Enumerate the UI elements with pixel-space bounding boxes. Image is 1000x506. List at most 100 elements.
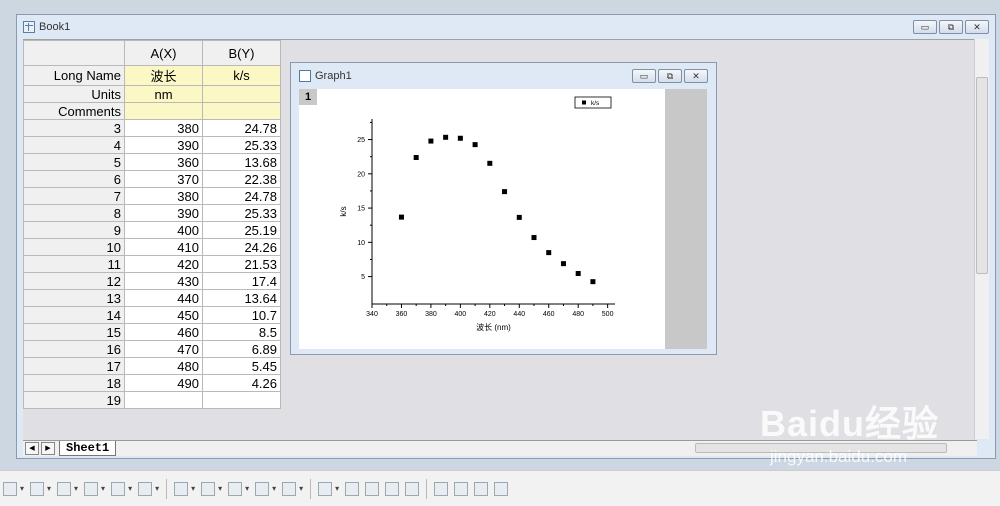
- row-header[interactable]: 16: [23, 340, 125, 358]
- meta-cell-b[interactable]: k/s: [202, 65, 281, 86]
- cell-a[interactable]: 370: [124, 170, 203, 188]
- cell-b[interactable]: 6.89: [202, 340, 281, 358]
- cell-b[interactable]: 22.38: [202, 170, 281, 188]
- cell-a[interactable]: 420: [124, 255, 203, 273]
- align-top-icon[interactable]: [365, 481, 380, 496]
- back-icon[interactable]: [454, 481, 469, 496]
- distribute-icon[interactable]: [405, 481, 420, 496]
- error-bar-icon[interactable]: [30, 481, 45, 496]
- cell-a[interactable]: 470: [124, 340, 203, 358]
- panel-icon[interactable]: [282, 481, 297, 496]
- polar-plot-icon[interactable]: [84, 481, 99, 496]
- row-header[interactable]: 5: [23, 153, 125, 171]
- column-header[interactable]: B(Y): [202, 40, 281, 66]
- row-header[interactable]: 14: [23, 306, 125, 324]
- dropdown-arrow-icon[interactable]: ▾: [47, 484, 51, 493]
- graph-minimize-button[interactable]: ▭: [632, 69, 656, 83]
- layer-number[interactable]: 1: [299, 89, 317, 105]
- row-header[interactable]: 12: [23, 272, 125, 290]
- template-icon[interactable]: [138, 481, 153, 496]
- area-plot-icon[interactable]: [57, 481, 72, 496]
- meta-cell-b[interactable]: [202, 85, 281, 103]
- row-header[interactable]: 17: [23, 357, 125, 375]
- front-icon[interactable]: [434, 481, 449, 496]
- dropdown-arrow-icon[interactable]: ▾: [191, 484, 195, 493]
- ungroup-icon[interactable]: [494, 481, 509, 496]
- meta-cell-a[interactable]: [124, 102, 203, 120]
- row-header[interactable]: 9: [23, 221, 125, 239]
- cell-b[interactable]: 24.78: [202, 187, 281, 205]
- meta-cell-a[interactable]: 波长: [124, 65, 203, 86]
- cell-a[interactable]: [124, 391, 203, 409]
- cell-a[interactable]: 440: [124, 289, 203, 307]
- cell-b[interactable]: 25.19: [202, 221, 281, 239]
- cell-a[interactable]: 380: [124, 119, 203, 137]
- cell-b[interactable]: 25.33: [202, 204, 281, 222]
- cell-b[interactable]: 24.78: [202, 119, 281, 137]
- line-plot-icon[interactable]: [3, 481, 17, 496]
- cell-a[interactable]: 380: [124, 187, 203, 205]
- cell-a[interactable]: 390: [124, 204, 203, 222]
- column-header[interactable]: A(X): [124, 40, 203, 66]
- row-header[interactable]: 13: [23, 289, 125, 307]
- cell-b[interactable]: 4.26: [202, 374, 281, 392]
- cell-b[interactable]: 13.68: [202, 153, 281, 171]
- row-header[interactable]: 19: [23, 391, 125, 409]
- book-titlebar[interactable]: Book1 ▭ ⧉ ✕: [17, 15, 995, 39]
- cell-a[interactable]: 460: [124, 323, 203, 341]
- graph-window[interactable]: Graph1 ▭ ⧉ ✕ 340 360 380 400 420 440 460 480 500…: [290, 62, 717, 355]
- sheet-tab[interactable]: Sheet1: [59, 441, 117, 456]
- next-sheet-icon[interactable]: ▶: [41, 442, 55, 455]
- row-header[interactable]: 7: [23, 187, 125, 205]
- cell-b[interactable]: 8.5: [202, 323, 281, 341]
- align-left-icon[interactable]: [318, 481, 333, 496]
- restore-button[interactable]: ⧉: [939, 20, 963, 34]
- row-header[interactable]: 8: [23, 204, 125, 222]
- graph-restore-button[interactable]: ⧉: [658, 69, 682, 83]
- row-header[interactable]: 10: [23, 238, 125, 256]
- cell-b[interactable]: 25.33: [202, 136, 281, 154]
- graph-titlebar[interactable]: Graph1 ▭ ⧉ ✕: [291, 63, 716, 89]
- row-header[interactable]: 3: [23, 119, 125, 137]
- dropdown-arrow-icon[interactable]: ▾: [335, 484, 339, 493]
- cell-b[interactable]: 17.4: [202, 272, 281, 290]
- meta-cell-b[interactable]: [202, 102, 281, 120]
- group-icon[interactable]: [474, 481, 489, 496]
- cell-a[interactable]: 400: [124, 221, 203, 239]
- prev-sheet-icon[interactable]: ◀: [25, 442, 39, 455]
- cell-b[interactable]: 10.7: [202, 306, 281, 324]
- row-header[interactable]: 11: [23, 255, 125, 273]
- cell-b[interactable]: [202, 391, 281, 409]
- align-right-icon[interactable]: [345, 481, 360, 496]
- graph-page[interactable]: 340 360 380 400 420 440 460 480 500 5 10 15 20 25 波长 (…: [299, 89, 665, 349]
- layer-icon[interactable]: [174, 481, 189, 496]
- cell-b[interactable]: 24.26: [202, 238, 281, 256]
- dropdown-arrow-icon[interactable]: ▾: [218, 484, 222, 493]
- row-header[interactable]: 6: [23, 170, 125, 188]
- cell-a[interactable]: 410: [124, 238, 203, 256]
- dropdown-arrow-icon[interactable]: ▾: [299, 484, 303, 493]
- meta-cell-a[interactable]: nm: [124, 85, 203, 103]
- vertical-scrollbar[interactable]: [974, 39, 989, 439]
- grid-icon[interactable]: [255, 481, 270, 496]
- dropdown-arrow-icon[interactable]: ▾: [155, 484, 159, 493]
- close-button[interactable]: ✕: [965, 20, 989, 34]
- candlestick-icon[interactable]: [111, 481, 126, 496]
- align-bottom-icon[interactable]: [385, 481, 400, 496]
- stack-icon[interactable]: [201, 481, 216, 496]
- row-header[interactable]: 18: [23, 374, 125, 392]
- cell-a[interactable]: 480: [124, 357, 203, 375]
- cell-b[interactable]: 5.45: [202, 357, 281, 375]
- cell-a[interactable]: 450: [124, 306, 203, 324]
- minimize-button[interactable]: ▭: [913, 20, 937, 34]
- dropdown-arrow-icon[interactable]: ▾: [20, 484, 24, 493]
- cell-a[interactable]: 490: [124, 374, 203, 392]
- dropdown-arrow-icon[interactable]: ▾: [272, 484, 276, 493]
- cell-a[interactable]: 430: [124, 272, 203, 290]
- cell-a[interactable]: 390: [124, 136, 203, 154]
- cell-b[interactable]: 21.53: [202, 255, 281, 273]
- graph-close-button[interactable]: ✕: [684, 69, 708, 83]
- merge-icon[interactable]: [228, 481, 243, 496]
- corner-cell[interactable]: [23, 40, 125, 66]
- row-header[interactable]: 15: [23, 323, 125, 341]
